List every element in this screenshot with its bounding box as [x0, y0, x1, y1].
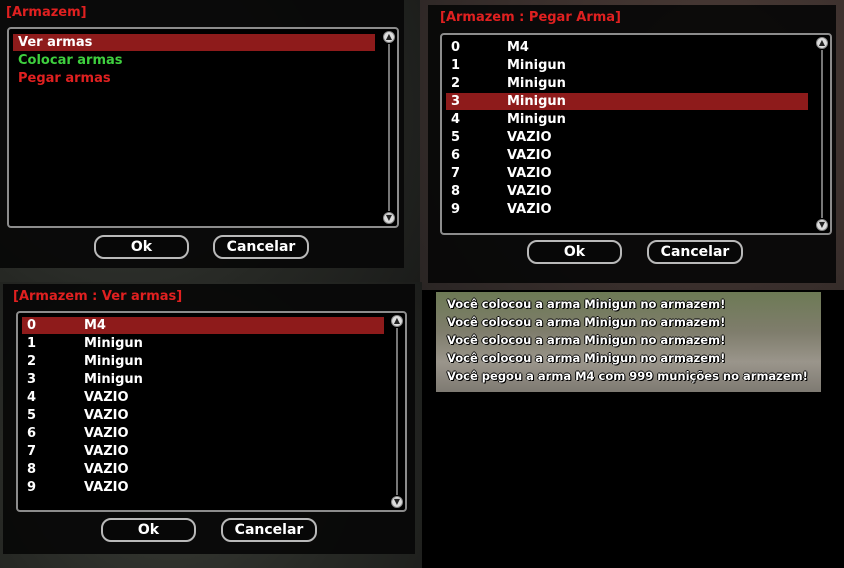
weapon-list: 0 M4 1 Minigun 2 Minigun 3 Minigun 4 VAZIO 5 VAZIO 6…	[16, 311, 407, 512]
weapon-name: Minigun	[84, 372, 143, 387]
list-item[interactable]: 3 Minigun	[22, 371, 384, 388]
list-item[interactable]: 9 VAZIO	[22, 479, 384, 496]
scroll-track[interactable]	[821, 50, 823, 218]
weapon-name: Minigun	[507, 94, 566, 109]
weapon-name: VAZIO	[84, 462, 129, 477]
slot-number: 5	[27, 408, 37, 423]
weapon-name: VAZIO	[84, 480, 129, 495]
chat-message: Você pegou a arma M4 com 999 munições no…	[447, 369, 808, 383]
ok-button[interactable]: Ok	[101, 518, 196, 542]
slot-number: 2	[27, 354, 37, 369]
list-item[interactable]: 6 VAZIO	[22, 425, 384, 442]
slot-number: 0	[27, 318, 37, 333]
slot-number: 5	[451, 130, 461, 145]
cancel-button[interactable]: Cancelar	[221, 518, 317, 542]
weapon-name: VAZIO	[84, 408, 129, 423]
menu-item-label: Colocar armas	[18, 53, 123, 68]
weapon-name: Minigun	[507, 76, 566, 91]
scroll-up-icon[interactable]: ▲	[391, 315, 403, 327]
weapon-name: Minigun	[84, 354, 143, 369]
scrollbar[interactable]: ▲ ▼	[383, 31, 395, 224]
ok-button[interactable]: Ok	[527, 240, 622, 264]
slot-number: 6	[27, 426, 37, 441]
chat-log: Você colocou a arma Minigun no armazem! V…	[447, 295, 817, 385]
weapon-list: 0 M4 1 Minigun 2 Minigun 3 Minigun 4 Minigun 5 VAZI…	[440, 33, 832, 235]
list-item[interactable]: 2 Minigun	[446, 75, 808, 92]
slot-number: 7	[27, 444, 37, 459]
weapon-name: VAZIO	[507, 202, 552, 217]
scroll-up-icon[interactable]: ▲	[383, 31, 395, 43]
list-item[interactable]: 5 VAZIO	[22, 407, 384, 424]
list-item[interactable]: 5 VAZIO	[446, 129, 808, 146]
slot-number: 7	[451, 166, 461, 181]
list-item[interactable]: 4 Minigun	[446, 111, 808, 128]
weapon-name: VAZIO	[84, 426, 129, 441]
list-item[interactable]: 1 Minigun	[446, 57, 808, 74]
list-item[interactable]: 9 VAZIO	[446, 201, 808, 218]
slot-number: 6	[451, 148, 461, 163]
cancel-button[interactable]: Cancelar	[647, 240, 743, 264]
slot-number: 2	[451, 76, 461, 91]
ok-button[interactable]: Ok	[94, 235, 189, 259]
list-item[interactable]: 0 M4	[446, 39, 808, 56]
scrollbar[interactable]: ▲ ▼	[816, 37, 828, 231]
scroll-track[interactable]	[396, 328, 398, 495]
slot-number: 0	[451, 40, 461, 55]
chat-message: Você colocou a arma Minigun no armazem!	[447, 297, 726, 311]
cancel-button[interactable]: Cancelar	[213, 235, 309, 259]
weapon-name: VAZIO	[507, 166, 552, 181]
list-item[interactable]: 7 VAZIO	[446, 165, 808, 182]
scroll-up-icon[interactable]: ▲	[816, 37, 828, 49]
dialog-title: [Armazem : Pegar Arma]	[440, 10, 622, 25]
list-item[interactable]: 4 VAZIO	[22, 389, 384, 406]
list-item[interactable]: 1 Minigun	[22, 335, 384, 352]
weapon-name: M4	[507, 40, 529, 55]
weapon-name: VAZIO	[507, 130, 552, 145]
list-item[interactable]: 7 VAZIO	[22, 443, 384, 460]
weapon-name: VAZIO	[507, 148, 552, 163]
weapon-name: VAZIO	[84, 390, 129, 405]
scroll-track[interactable]	[388, 44, 390, 211]
list-item[interactable]: 6 VAZIO	[446, 147, 808, 164]
weapon-name: VAZIO	[84, 444, 129, 459]
weapon-name: Minigun	[507, 112, 566, 127]
scrollbar[interactable]: ▲ ▼	[391, 315, 403, 508]
scroll-down-icon[interactable]: ▼	[383, 212, 395, 224]
slot-number: 3	[27, 372, 37, 387]
pegar-arma-dialog: [Armazem : Pegar Arma] 0 M4 1 Minigun 2 Minig…	[428, 5, 836, 283]
weapon-name: VAZIO	[507, 184, 552, 199]
chat-message: Você colocou a arma Minigun no armazem!	[447, 333, 726, 347]
list-item[interactable]: 8 VAZIO	[22, 461, 384, 478]
ver-armas-dialog: [Armazem : Ver armas] 0 M4 1 Minigun 2 Minigu…	[3, 284, 415, 554]
menu-item[interactable]: Ver armas	[13, 34, 375, 51]
scroll-down-icon[interactable]: ▼	[816, 219, 828, 231]
armazem-dialog: [Armazem] Ver armas Colocar armas Pegar ar…	[0, 0, 404, 268]
slot-number: 9	[451, 202, 461, 217]
weapon-name: Minigun	[507, 58, 566, 73]
weapon-name: M4	[84, 318, 106, 333]
slot-number: 3	[451, 94, 461, 109]
slot-number: 8	[27, 462, 37, 477]
slot-number: 4	[451, 112, 461, 127]
dialog-title: [Armazem : Ver armas]	[13, 289, 183, 304]
chat-message: Você colocou a arma Minigun no armazem!	[447, 315, 726, 329]
slot-number: 1	[451, 58, 461, 73]
menu-item-label: Ver armas	[18, 35, 93, 50]
list-item[interactable]: 2 Minigun	[22, 353, 384, 370]
list-item[interactable]: 0 M4	[22, 317, 384, 334]
menu-item[interactable]: Colocar armas	[13, 52, 375, 69]
menu-item-label: Pegar armas	[18, 71, 111, 86]
slot-number: 8	[451, 184, 461, 199]
list-item[interactable]: 8 VAZIO	[446, 183, 808, 200]
chat-message: Você colocou a arma Minigun no armazem!	[447, 351, 726, 365]
weapon-name: Minigun	[84, 336, 143, 351]
menu-item[interactable]: Pegar armas	[13, 70, 375, 87]
slot-number: 1	[27, 336, 37, 351]
slot-number: 9	[27, 480, 37, 495]
menu-list: Ver armas Colocar armas Pegar armas ▲ ▼	[7, 27, 399, 228]
list-item[interactable]: 3 Minigun	[446, 93, 808, 110]
dialog-title: [Armazem]	[6, 5, 87, 20]
scroll-down-icon[interactable]: ▼	[391, 496, 403, 508]
slot-number: 4	[27, 390, 37, 405]
